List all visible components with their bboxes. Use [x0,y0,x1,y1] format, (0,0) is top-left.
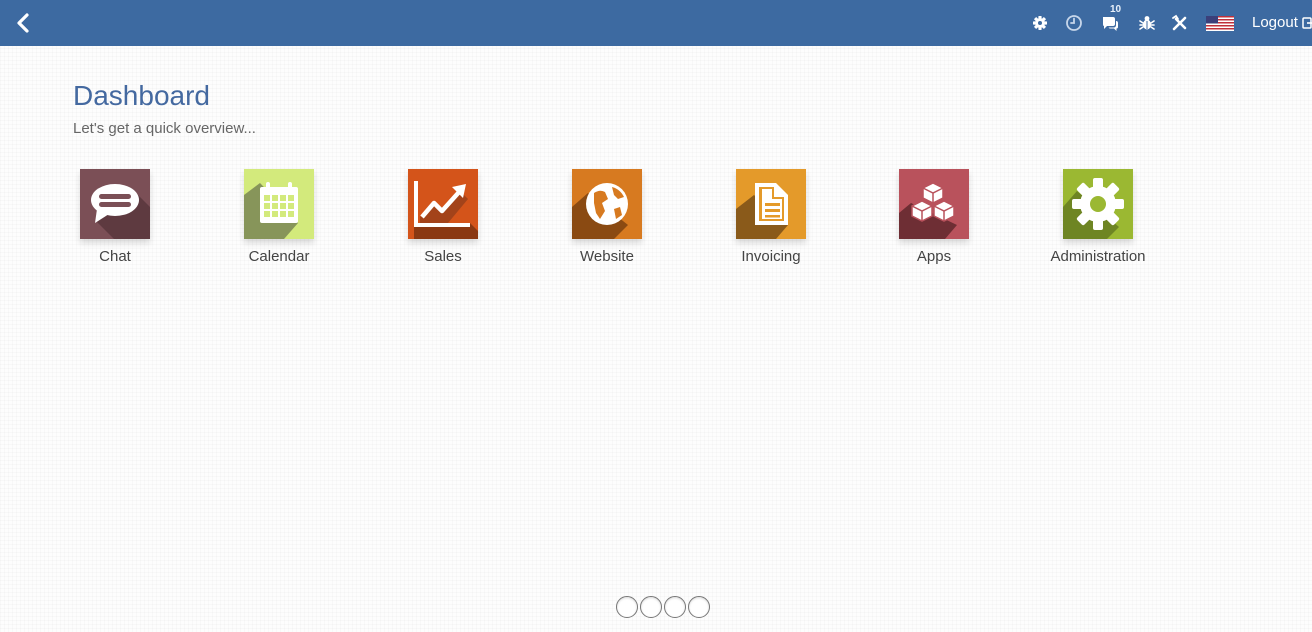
cubes-icon [899,169,969,239]
logout-button[interactable]: Logout [1252,14,1298,31]
app-apps[interactable]: Apps [874,169,994,269]
app-website[interactable]: Website [547,169,667,269]
settings-gear-button[interactable] [1030,13,1050,33]
activity-clock-button[interactable] [1064,13,1084,33]
app-label: Sales [424,248,462,265]
debug-button[interactable] [1137,13,1157,33]
page-subtitle: Let's get a quick overview... [73,120,256,137]
app-label: Administration [1050,248,1146,265]
sales-chart-icon [408,169,478,239]
page-dot-3[interactable] [664,596,686,618]
messages-button[interactable] [1100,13,1120,33]
page-indicator [614,596,712,620]
document-icon [736,169,806,239]
app-tile[interactable] [736,169,806,239]
calendar-icon [244,169,314,239]
logout-icon[interactable] [1302,16,1312,30]
app-label: Apps [916,248,952,265]
chevron-left-icon [17,13,29,33]
app-tile[interactable] [244,169,314,239]
app-administration[interactable]: Administration [1038,169,1158,269]
language-selector[interactable] [1206,16,1234,31]
chat-icon [80,169,150,239]
app-label: Invoicing [741,248,801,265]
page-dot-2[interactable] [640,596,662,618]
app-label: Chat [99,248,131,265]
back-button[interactable] [12,11,36,35]
globe-icon [572,169,642,239]
app-calendar[interactable]: Calendar [219,169,339,269]
top-navbar: 10 Logout [0,0,1312,46]
app-invoicing[interactable]: Invoicing [711,169,831,269]
messages-count-badge: 10 [1110,4,1122,15]
chat-bubbles-icon [1103,17,1118,31]
app-tile[interactable] [80,169,150,239]
gear-icon [1033,16,1047,30]
app-tile[interactable] [572,169,642,239]
app-tile[interactable] [408,169,478,239]
us-flag-icon [1206,16,1234,31]
app-label: Calendar [248,248,310,265]
app-label: Website [580,248,634,265]
app-tile[interactable] [1063,169,1133,239]
clock-icon [1066,15,1082,31]
app-chat[interactable]: Chat [55,169,175,269]
page-dot-4[interactable] [688,596,710,618]
page-title: Dashboard [73,80,210,111]
tools-button[interactable] [1170,13,1190,33]
app-tile[interactable] [899,169,969,239]
bug-icon [1139,16,1155,30]
page-dot-1[interactable] [616,596,638,618]
app-sales[interactable]: Sales [383,169,503,269]
gear-icon [1063,169,1133,239]
tools-icon [1172,14,1187,31]
